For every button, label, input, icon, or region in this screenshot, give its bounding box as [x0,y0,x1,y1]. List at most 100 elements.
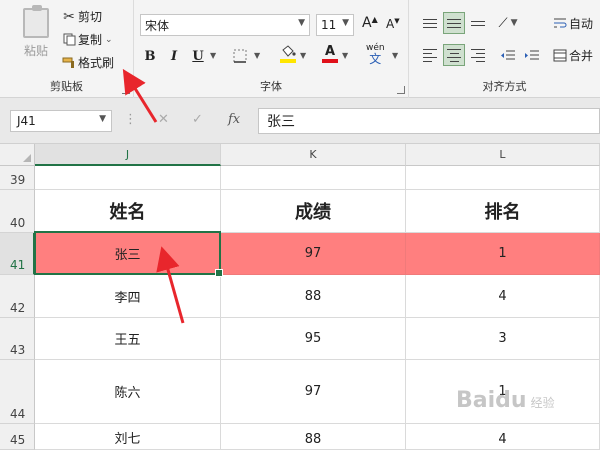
formula-input[interactable]: 张三 [258,108,600,134]
cell-rank[interactable]: 1 [406,233,600,275]
column-header-k[interactable]: K [221,144,406,166]
font-color-button[interactable]: A [320,44,340,64]
cell-score[interactable]: 88 [221,275,406,318]
align-top-icon [423,18,437,28]
align-middle-button[interactable] [443,12,465,34]
row-header-40[interactable]: 40 [0,190,35,233]
align-center-button[interactable] [443,44,465,66]
underline-button[interactable]: U [188,46,208,66]
chevron-down-icon[interactable]: ▼ [254,51,260,60]
enter-icon[interactable]: ✓ [192,112,203,127]
align-middle-icon [447,18,461,28]
row-header-41[interactable]: 41 [0,233,35,275]
cell-rank[interactable]: 4 [406,275,600,318]
paint-bucket-icon [282,45,296,57]
row-header-45[interactable]: 45 [0,424,35,450]
align-right-button[interactable] [467,44,489,66]
cell-rank[interactable]: 3 [406,318,600,360]
cell-score[interactable]: 95 [221,318,406,360]
row-header-39[interactable]: 39 [0,166,35,190]
row-header-43[interactable]: 43 [0,318,35,360]
italic-label: I [170,48,178,64]
insert-function-icon[interactable]: fx [228,112,240,127]
row-header-42[interactable]: 42 [0,275,35,318]
watermark-sub: 经验 [530,396,555,410]
cell-name[interactable]: 陈六 [35,360,221,424]
align-right-icon [471,48,485,62]
name-box[interactable]: J41 ▼ [10,110,112,132]
align-center-icon [447,48,461,62]
paintbrush-icon [60,56,78,69]
watermark-text: Baidu [456,388,527,413]
paste-label: 粘贴 [23,44,48,58]
font-size-select[interactable]: 11 ▼ [316,14,354,36]
increase-font-button[interactable]: A ▲ [362,15,378,32]
decrease-indent-icon [501,50,515,59]
cell-rank[interactable]: 4 [406,424,600,450]
clipboard-launcher-icon[interactable] [122,86,130,94]
borders-button[interactable] [230,46,250,66]
font-name-select[interactable]: 宋体 ▼ [140,14,310,36]
bold-button[interactable]: B [140,46,160,66]
increase-indent-button[interactable] [521,44,543,66]
copy-icon [60,33,78,46]
underline-label: U [192,48,204,64]
cell-name[interactable]: 王五 [35,318,221,360]
fill-color-button[interactable] [278,44,298,64]
cell-name[interactable]: 张三 [35,233,221,275]
align-bottom-icon [471,20,485,26]
chevron-down-icon[interactable]: ▼ [300,51,306,60]
chevron-down-icon[interactable]: ▼ [392,51,398,60]
italic-button[interactable]: I [164,46,184,66]
chevron-down-icon[interactable]: ▼ [210,51,216,60]
text-orientation-icon: ⟋ [498,15,508,31]
clipboard-group: 粘贴 ✂ 剪切 复制 ⌄ 格式刷 剪贴板 [0,0,134,98]
font-name-value: 宋体 [145,18,170,33]
header-cell-name[interactable]: 姓名 [35,190,221,233]
wrap-text-button[interactable]: 自动 [551,15,593,32]
cell-name[interactable]: 李四 [35,275,221,318]
font-group-label: 字体 [260,80,282,93]
phonetic-bottom-label: 文 [369,52,382,66]
font-color-label: A [324,44,336,59]
paste-button[interactable]: 粘贴 [16,5,56,66]
cancel-icon[interactable]: ✕ [158,112,169,127]
cell-score[interactable]: 97 [221,360,406,424]
font-size-value: 11 [321,18,337,32]
align-bottom-button[interactable] [467,12,489,34]
more-options-icon[interactable]: ⋮ [124,112,137,127]
column-header-j[interactable]: J [35,144,221,166]
cell-score[interactable]: 97 [221,233,406,275]
chevron-down-icon: ▼ [99,114,106,124]
font-group: 宋体 ▼ 11 ▼ A ▲ A ▼ B I U ▼ ▼ ▼ A ▼ wén 文 … [134,0,409,98]
cell-k39[interactable] [221,166,406,190]
clipboard-icon [23,5,49,38]
chevron-down-icon: ⌄ [105,34,113,45]
cell-name[interactable]: 刘七 [35,424,221,450]
cell-score[interactable]: 88 [221,424,406,450]
phonetic-guide-button[interactable]: wén 文 [366,43,385,66]
header-cell-score[interactable]: 成绩 [221,190,406,233]
decrease-indent-button[interactable] [497,44,519,66]
baidu-watermark: Baidu 经验 [456,388,555,413]
chevron-down-icon[interactable]: ▼ [342,51,348,60]
format-painter-button[interactable]: 格式刷 [60,54,114,71]
merge-center-button[interactable]: 合并 [551,47,593,64]
header-cell-rank[interactable]: 排名 [406,190,600,233]
cut-button[interactable]: ✂ 剪切 [60,8,102,25]
merge-label: 合并 [569,49,594,63]
clipboard-group-label: 剪贴板 [50,80,83,93]
cut-label: 剪切 [78,10,103,24]
row-header-44[interactable]: 44 [0,360,35,424]
select-all-corner[interactable] [0,144,35,166]
cell-l39[interactable] [406,166,600,190]
cell-j39[interactable] [35,166,221,190]
copy-button[interactable]: 复制 ⌄ [60,31,113,48]
formula-value: 张三 [267,114,295,130]
align-left-button[interactable] [419,44,441,66]
align-top-button[interactable] [419,12,441,34]
column-header-l[interactable]: L [406,144,600,166]
font-launcher-icon[interactable] [397,86,405,94]
orientation-button[interactable]: ⟋ ▼ [497,12,519,34]
decrease-font-button[interactable]: A ▼ [386,17,400,32]
